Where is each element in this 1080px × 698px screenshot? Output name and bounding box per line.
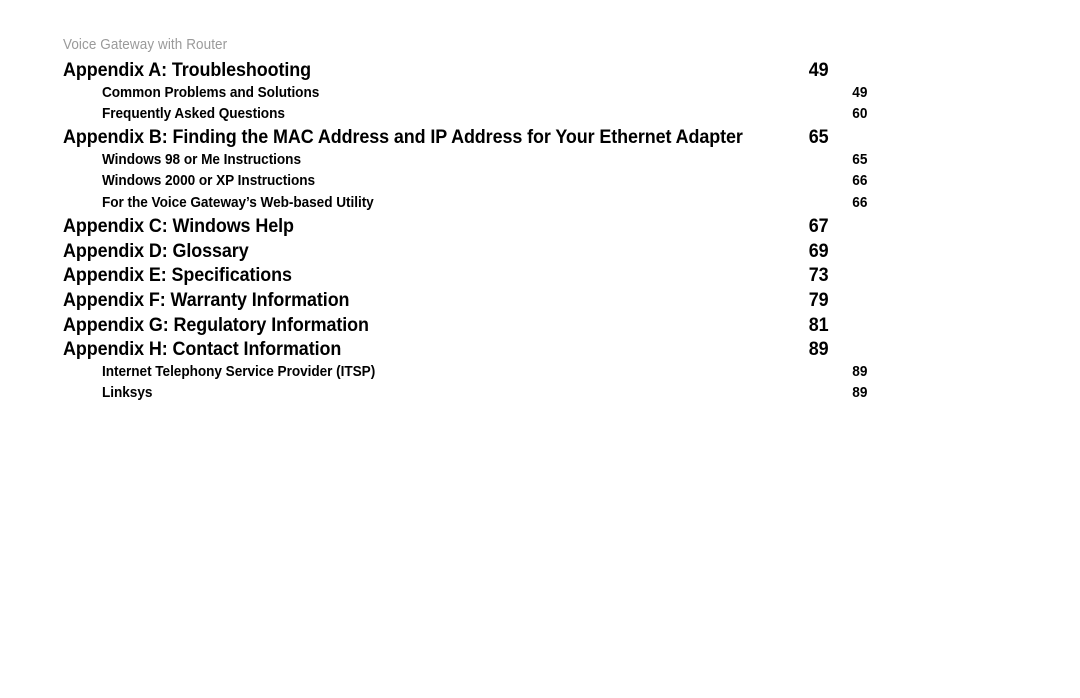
toc-entry-label: Appendix F: Warranty Information [63,289,350,311]
toc-entry-page-number: 49 [851,84,867,101]
toc-entry-main[interactable]: Appendix H: Contact Information 89 [63,337,828,362]
toc-entry-label: Frequently Asked Questions [102,106,285,122]
toc-entry-label: Linksys [102,385,153,402]
toc-entry-page-number: 73 [808,264,828,287]
toc-entry-label: Windows 2000 or XP Instructions [102,173,316,190]
toc-entry-label: Appendix G: Regulatory Information [63,313,369,336]
toc-entry-page-number: 89 [808,338,828,361]
toc-entry-label: Appendix D: Glossary [63,239,249,262]
toc-entry-main[interactable]: Appendix E: Specifications 73 [63,263,828,288]
toc-entry-label: Appendix E: Specifications [63,264,292,287]
toc-entry-main[interactable]: Appendix D: Glossary 69 [63,239,828,264]
toc-entry-sub[interactable]: Common Problems and Solutions 49 [63,83,867,104]
toc-entry-label: For the Voice Gateway’s Web-based Utilit… [102,194,374,211]
toc-entry-label: Appendix A: Troubleshooting [63,59,311,81]
toc-entry-page-number: 69 [808,239,828,262]
running-header: Voice Gateway with Router [63,37,228,53]
toc-entry-page-number: 60 [851,106,867,122]
toc-entry-label: Appendix C: Windows Help [63,214,294,237]
toc-entry-main[interactable]: Appendix G: Regulatory Information 81 [63,313,828,338]
toc-entry-page-number: 65 [851,152,867,168]
toc-entry-label: Internet Telephony Service Provider (ITS… [102,364,376,381]
toc-entry-page-number: 65 [808,126,828,149]
toc-entry-main[interactable]: Appendix C: Windows Help 67 [63,214,828,239]
toc-entry-page-number: 67 [808,214,828,237]
toc-entry-sub[interactable]: For the Voice Gateway’s Web-based Utilit… [63,193,867,214]
toc-entry-label: Appendix B: Finding the MAC Address and … [63,126,743,149]
toc-entry-label: Common Problems and Solutions [102,84,320,101]
toc-entry-sub[interactable]: Internet Telephony Service Provider (ITS… [63,362,867,383]
toc-entry-sub[interactable]: Frequently Asked Questions 60 [63,104,867,125]
toc-entry-page-number: 89 [851,364,867,381]
toc-entry-label: Windows 98 or Me Instructions [102,152,301,168]
toc-entry-page-number: 66 [851,173,867,190]
toc-entry-sub[interactable]: Windows 98 or Me Instructions 65 [63,150,867,171]
toc-entry-page-number: 79 [808,289,828,311]
toc-entry-main[interactable]: Appendix A: Troubleshooting 49 [63,58,828,83]
toc-entry-main[interactable]: Appendix B: Finding the MAC Address and … [63,125,828,150]
toc-entry-sub[interactable]: Windows 2000 or XP Instructions 66 [63,171,867,192]
toc-entry-sub[interactable]: Linksys 89 [63,383,867,404]
toc-entry-page-number: 89 [851,385,867,402]
toc-entry-main[interactable]: Appendix F: Warranty Information 79 [63,288,828,313]
toc-entry-page-number: 49 [808,59,828,81]
toc-entry-page-number: 66 [851,194,867,211]
toc-entry-page-number: 81 [808,313,828,336]
document-page: Voice Gateway with Router Appendix A: Tr… [0,0,1080,698]
toc-entry-label: Appendix H: Contact Information [63,338,342,361]
table-of-contents: Appendix A: Troubleshooting 49 Common Prob… [63,58,867,405]
